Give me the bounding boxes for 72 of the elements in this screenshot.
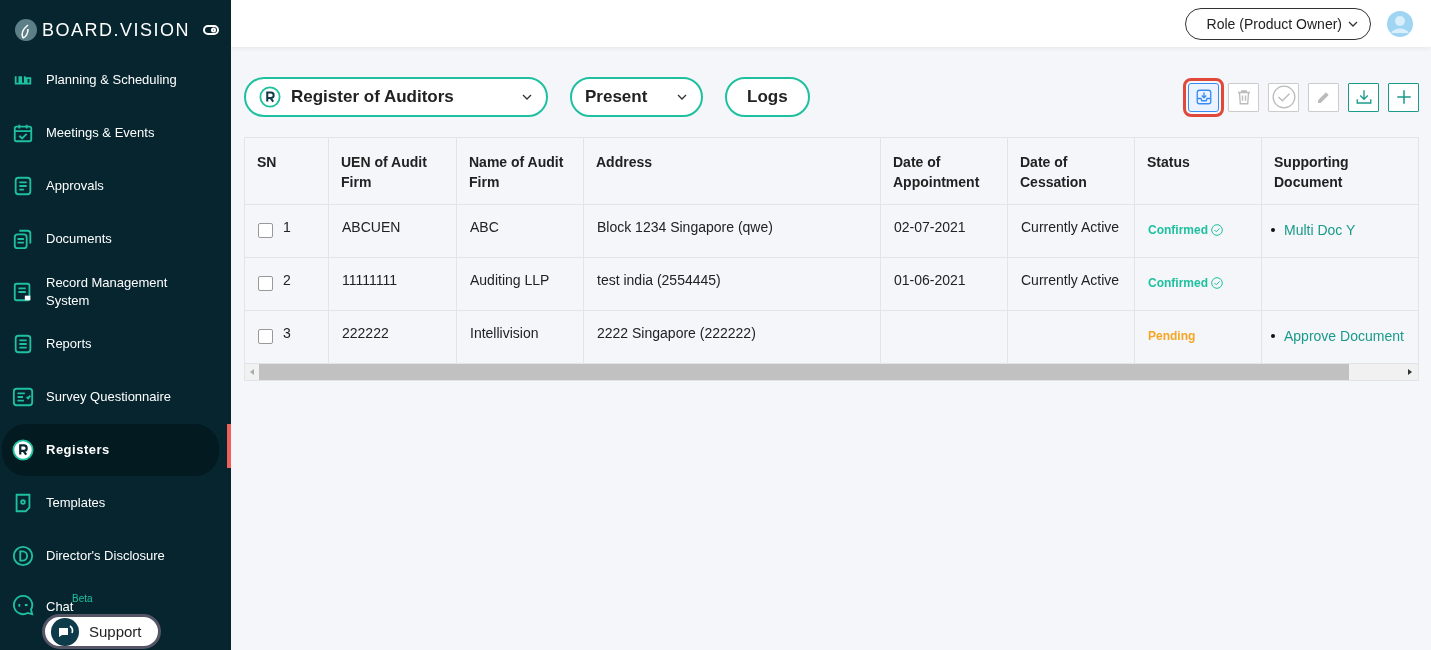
table-cell: Block 1234 Singapore (qwe) bbox=[584, 205, 881, 258]
brand-name: BOARD.VISION bbox=[42, 19, 192, 41]
bullet-icon bbox=[1271, 334, 1275, 338]
bullet-icon bbox=[1271, 228, 1275, 232]
registers-icon bbox=[12, 438, 34, 461]
table-cell: Auditing LLP bbox=[457, 258, 584, 311]
chevron-down-icon bbox=[1348, 20, 1358, 27]
scroll-right-icon[interactable] bbox=[1406, 368, 1414, 376]
column-header: Address bbox=[584, 138, 881, 205]
disclosure-icon bbox=[12, 544, 34, 567]
horizontal-scrollbar[interactable] bbox=[245, 364, 1418, 380]
list-icon bbox=[12, 333, 34, 356]
column-header: UEN of Audit Firm bbox=[329, 138, 457, 205]
scroll-left-icon[interactable] bbox=[248, 368, 256, 376]
row-checkbox[interactable] bbox=[258, 223, 273, 238]
table-cell: 3 bbox=[283, 325, 291, 341]
add-icon bbox=[1394, 88, 1413, 106]
sidebar-item[interactable]: Record Management System bbox=[2, 265, 219, 318]
column-header: SN bbox=[245, 138, 329, 205]
download-button[interactable] bbox=[1348, 82, 1379, 112]
status-label: Pending bbox=[1148, 329, 1196, 343]
sidebar-item[interactable]: Documents bbox=[2, 212, 219, 266]
table-cell: ABC bbox=[457, 205, 584, 258]
support-button[interactable]: Support bbox=[42, 614, 161, 649]
status-label: Confirmed bbox=[1148, 276, 1223, 290]
sidebar-item[interactable]: Planning & Scheduling bbox=[2, 54, 219, 107]
chevron-down-icon bbox=[677, 94, 687, 100]
chat-bubble-icon bbox=[51, 617, 79, 646]
table-cell: 11111111 bbox=[329, 258, 457, 311]
column-header: Date of Appointment bbox=[881, 138, 1008, 205]
calendar-icon bbox=[12, 122, 34, 145]
survey-icon bbox=[12, 386, 34, 409]
table-cell: 01-06-2021 bbox=[881, 258, 1008, 311]
sidebar-item[interactable]: Reports bbox=[2, 318, 219, 371]
period-dropdown[interactable]: Present bbox=[570, 77, 703, 117]
active-indicator bbox=[227, 423, 231, 468]
table-cell: 02-07-2021 bbox=[881, 205, 1008, 258]
chat-icon bbox=[12, 593, 34, 616]
check-circle-icon bbox=[1211, 277, 1223, 289]
table-cell: 1 bbox=[283, 219, 291, 235]
avatar-icon[interactable] bbox=[1387, 10, 1413, 37]
sidebar-item[interactable]: Survey Questionnaire bbox=[2, 370, 219, 424]
sidebar-item[interactable]: Templates bbox=[2, 476, 219, 530]
table-cell: Currently Active bbox=[1008, 258, 1135, 311]
logo-icon bbox=[14, 18, 38, 42]
add-button[interactable] bbox=[1388, 82, 1419, 112]
logs-button[interactable]: Logs bbox=[725, 77, 810, 117]
check-circle-icon bbox=[1270, 84, 1297, 110]
column-header: Date of Cessation bbox=[1008, 138, 1135, 205]
register-dropdown[interactable]: Register of Auditors bbox=[244, 77, 548, 117]
toggle-icon[interactable] bbox=[203, 25, 219, 35]
column-header: Status bbox=[1135, 138, 1262, 205]
row-checkbox[interactable] bbox=[258, 329, 273, 344]
check-circle-icon bbox=[1211, 224, 1223, 236]
sidebar-item[interactable]: Meetings & Events bbox=[2, 106, 219, 160]
document-icon bbox=[12, 175, 34, 197]
table-cell: 2 bbox=[283, 272, 291, 288]
role-dropdown[interactable]: Role (Product Owner) bbox=[1184, 7, 1371, 40]
chevron-down-icon bbox=[522, 94, 532, 100]
beta-label: Beta bbox=[72, 592, 93, 604]
table-cell: Currently Active bbox=[1008, 205, 1135, 258]
inbox-download-icon bbox=[1194, 88, 1213, 106]
status-label: Confirmed bbox=[1148, 223, 1223, 237]
download-icon bbox=[1354, 88, 1373, 106]
table-cell: test india (2554445) bbox=[584, 258, 881, 311]
documents-icon bbox=[12, 227, 34, 250]
table-cell: ABCUEN bbox=[329, 205, 457, 258]
sidebar-item[interactable]: Director's Disclosure bbox=[2, 529, 219, 582]
row-checkbox[interactable] bbox=[258, 276, 273, 291]
column-header: Name of Audit Firm bbox=[457, 138, 584, 205]
registers-icon bbox=[259, 86, 281, 108]
sidebar-item[interactable]: Approvals bbox=[2, 159, 219, 213]
